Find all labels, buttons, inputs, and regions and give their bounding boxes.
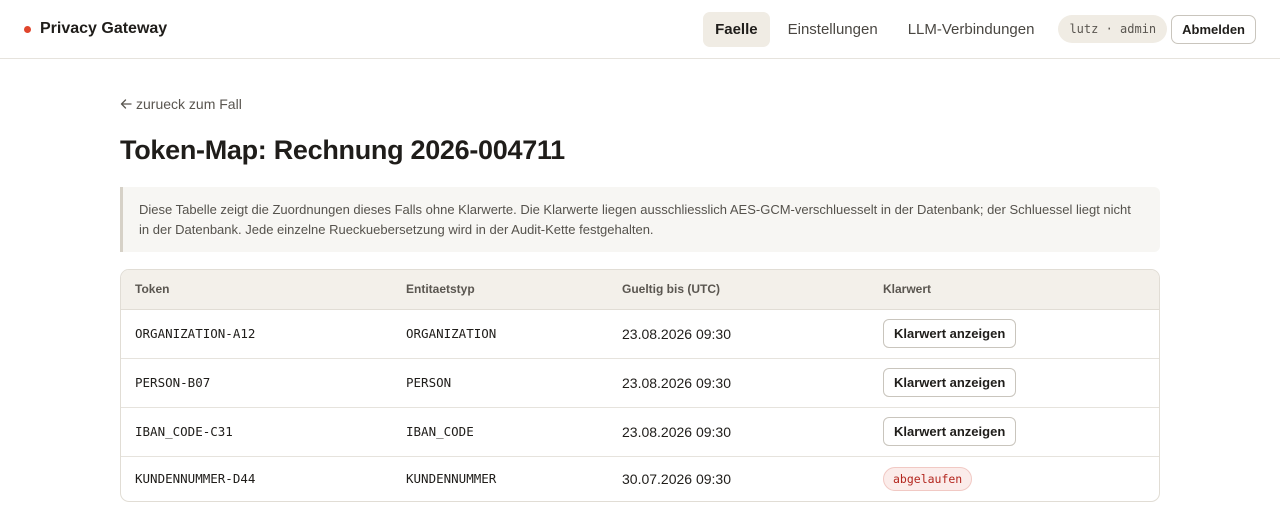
table-row: ORGANIZATION-A12 ORGANIZATION 23.08.2026… bbox=[121, 309, 1159, 359]
back-link-label: zurueck zum Fall bbox=[136, 96, 242, 112]
reveal-value-button[interactable]: Klarwert anzeigen bbox=[883, 319, 1017, 348]
page-title: Token-Map: Rechnung 2026-004711 bbox=[120, 135, 565, 165]
nav-item-llm-verbindungen[interactable]: LLM-Verbindungen bbox=[896, 12, 1047, 47]
table-row: IBAN_CODE-C31 IBAN_CODE 23.08.2026 09:30… bbox=[121, 407, 1159, 457]
main-nav: Faelle Einstellungen LLM-Verbindungen lu… bbox=[699, 11, 1256, 47]
main-content: zurueck zum Fall Token-Map: Rechnung 202… bbox=[0, 59, 1280, 502]
brand-name: Privacy Gateway bbox=[40, 20, 168, 37]
token-cell: ORGANIZATION-A12 bbox=[121, 309, 392, 359]
column-header-klarwert: Klarwert bbox=[869, 270, 1159, 310]
user-badge: lutz · admin bbox=[1058, 15, 1168, 43]
column-header-token: Token bbox=[121, 270, 392, 310]
expired-badge: abgelaufen bbox=[883, 466, 973, 491]
klarwert-cell: Klarwert anzeigen bbox=[869, 358, 1159, 408]
valid-until-cell: 23.08.2026 09:30 bbox=[608, 309, 869, 359]
nav-item-einstellungen[interactable]: Einstellungen bbox=[776, 12, 890, 47]
brand-dot-icon bbox=[24, 25, 31, 33]
token-cell: PERSON-B07 bbox=[121, 358, 392, 408]
valid-until-cell: 30.07.2026 09:30 bbox=[622, 470, 731, 487]
klarwert-cell: abgelaufen bbox=[869, 456, 1159, 501]
type-cell: KUNDENNUMMER bbox=[406, 471, 497, 487]
back-link[interactable]: zurueck zum Fall bbox=[120, 96, 242, 112]
logout-button[interactable]: Abmelden bbox=[1171, 14, 1256, 44]
token-cell: KUNDENNUMMER-D44 bbox=[135, 471, 256, 487]
table-row: PERSON-B07 PERSON 23.08.2026 09:30 Klarw… bbox=[121, 358, 1159, 408]
arrow-left-icon bbox=[120, 99, 132, 109]
token-cell: IBAN_CODE-C31 bbox=[121, 407, 392, 457]
valid-until-cell: 23.08.2026 09:30 bbox=[608, 407, 869, 457]
type-cell: ORGANIZATION bbox=[392, 309, 608, 359]
nav-item-faelle[interactable]: Faelle bbox=[703, 11, 770, 47]
info-notice: Diese Tabelle zeigt die Zuordnungen dies… bbox=[120, 187, 1160, 252]
token-table: Token Entitaetstyp Gueltig bis (UTC) Kla… bbox=[121, 270, 1159, 501]
type-cell: IBAN_CODE bbox=[392, 407, 608, 457]
reveal-value-button[interactable]: Klarwert anzeigen bbox=[883, 417, 1017, 446]
type-cell: PERSON bbox=[392, 358, 608, 408]
column-header-valid-until: Gueltig bis (UTC) bbox=[608, 270, 869, 310]
token-table-container: Token Entitaetstyp Gueltig bis (UTC) Kla… bbox=[120, 269, 1160, 502]
klarwert-cell: Klarwert anzeigen bbox=[869, 407, 1159, 457]
table-header-row: Token Entitaetstyp Gueltig bis (UTC) Kla… bbox=[121, 270, 1159, 310]
valid-until-cell: 23.08.2026 09:30 bbox=[608, 358, 869, 408]
column-header-type: Entitaetstyp bbox=[392, 270, 608, 310]
top-bar: Privacy Gateway Faelle Einstellungen LLM… bbox=[0, 0, 1280, 59]
brand[interactable]: Privacy Gateway bbox=[24, 20, 167, 38]
klarwert-cell: Klarwert anzeigen bbox=[869, 309, 1159, 359]
reveal-value-button[interactable]: Klarwert anzeigen bbox=[883, 368, 1017, 397]
table-row: KUNDENNUMMER-D44 KUNDENNUMMER 30.07.2026… bbox=[121, 456, 1159, 501]
